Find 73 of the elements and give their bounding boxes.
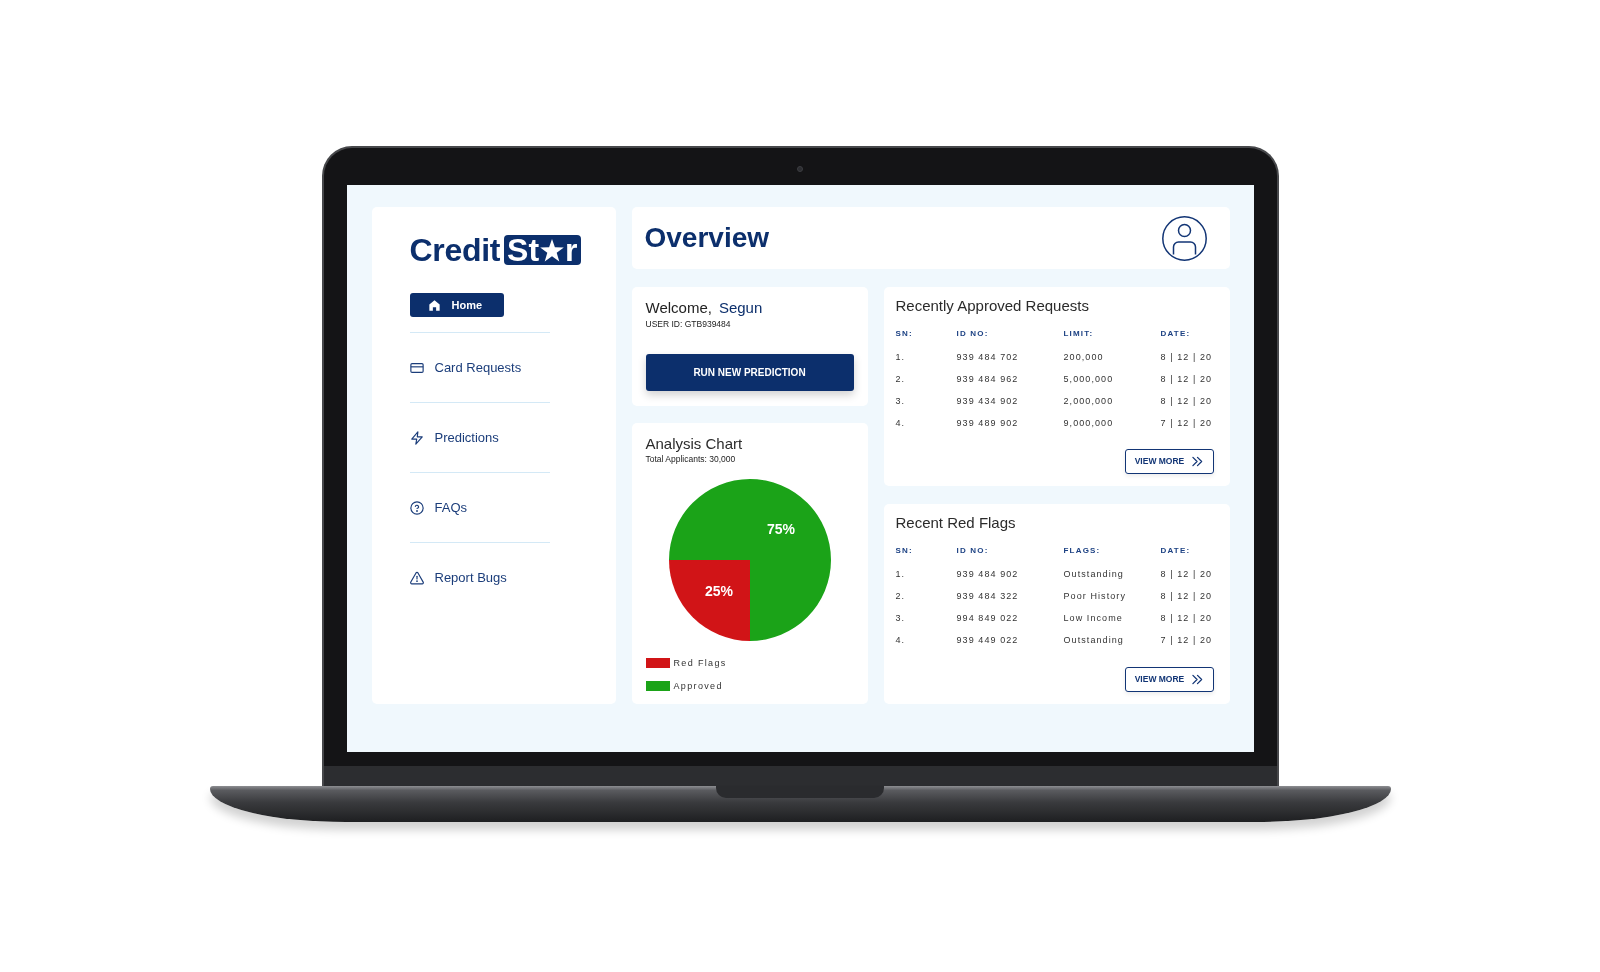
user-name: Segun bbox=[718, 299, 763, 317]
table-cell-text: 2. bbox=[895, 590, 907, 602]
warning-triangle-icon bbox=[409, 570, 424, 585]
card-title: Recent Red Flags bbox=[895, 514, 1017, 532]
table-cell-text: 2. bbox=[895, 373, 907, 385]
column-header: DATE: bbox=[1160, 545, 1192, 557]
logo-text: Credit bbox=[409, 234, 501, 266]
nav-item[interactable]: Card Requests bbox=[409, 358, 522, 377]
table-cell-text: 939 484 322 bbox=[956, 590, 1020, 602]
question-circle-icon bbox=[409, 500, 424, 515]
table-cell-text: 8 | 12 | 20 bbox=[1160, 568, 1214, 580]
run-prediction-button[interactable]: RUN NEW PREDICTION bbox=[645, 354, 854, 391]
table-cell-text: 939 484 902 bbox=[956, 568, 1020, 580]
table-cell-text: 8 | 12 | 20 bbox=[1160, 373, 1214, 385]
column-header: SN: bbox=[895, 328, 914, 340]
view-more-button[interactable]: VIEW MORE bbox=[1124, 667, 1214, 692]
legend-label: Red Flags bbox=[673, 658, 727, 668]
logo-text: r bbox=[565, 234, 578, 266]
double-chevron-right-icon bbox=[1192, 456, 1204, 467]
card-title: Analysis Chart bbox=[645, 435, 744, 453]
table-cell-text: 939 434 902 bbox=[956, 395, 1020, 407]
credit-card-icon bbox=[409, 360, 424, 375]
table-cell-text: 8 | 12 | 20 bbox=[1160, 612, 1214, 624]
home-icon bbox=[427, 298, 441, 312]
slice-label: 25% bbox=[704, 582, 733, 599]
table-cell-text: 994 849 022 bbox=[956, 612, 1020, 624]
table-cell-text: 200,000 bbox=[1063, 351, 1105, 363]
double-chevron-right-icon bbox=[1192, 674, 1204, 685]
table-cell-text: 2,000,000 bbox=[1063, 395, 1115, 407]
table-cell-text: 8 | 12 | 20 bbox=[1160, 395, 1214, 407]
table-cell-text: 3. bbox=[895, 395, 907, 407]
page-title: Overview bbox=[644, 224, 770, 252]
nav-item[interactable]: Predictions bbox=[409, 428, 499, 447]
legend-label: Approved bbox=[673, 681, 723, 691]
table-cell-text: Outstanding bbox=[1063, 568, 1125, 580]
greeting-text: Welcome, bbox=[645, 299, 712, 317]
nav-item[interactable]: Home bbox=[409, 293, 504, 317]
camera-icon bbox=[797, 166, 803, 172]
column-header: DATE: bbox=[1160, 328, 1192, 340]
table-cell-text: Outstanding bbox=[1063, 634, 1125, 646]
lightning-icon bbox=[409, 430, 424, 445]
slice-label: 75% bbox=[766, 521, 795, 538]
table-cell-text: 8 | 12 | 20 bbox=[1160, 351, 1214, 363]
table-cell-text: 5,000,000 bbox=[1063, 373, 1115, 385]
table-cell-text: 3. bbox=[895, 612, 907, 624]
column-header: LIMIT: bbox=[1063, 328, 1095, 340]
column-header: SN: bbox=[895, 545, 914, 557]
nav-item[interactable]: FAQs bbox=[409, 498, 467, 517]
table-cell-text: 7 | 12 | 20 bbox=[1160, 417, 1214, 429]
column-header: ID NO: bbox=[956, 328, 990, 340]
subtitle-text: Total Applicants: 30,000 bbox=[645, 454, 737, 465]
star-icon bbox=[540, 238, 565, 262]
column-header: FLAGS: bbox=[1063, 545, 1102, 557]
card-title: Recently Approved Requests bbox=[895, 297, 1090, 315]
table-cell-text: 939 489 902 bbox=[956, 417, 1020, 429]
table-cell-text: 939 484 962 bbox=[956, 373, 1020, 385]
table-cell-text: 9,000,000 bbox=[1063, 417, 1115, 429]
logo-text: St bbox=[507, 234, 540, 266]
column-header: ID NO: bbox=[956, 545, 990, 557]
table-cell-text: 4. bbox=[895, 634, 907, 646]
table-cell-text: 1. bbox=[895, 351, 907, 363]
table-cell-text: 7 | 12 | 20 bbox=[1160, 634, 1214, 646]
table-cell-text: 8 | 12 | 20 bbox=[1160, 590, 1214, 602]
table-cell-text: Low Income bbox=[1063, 612, 1124, 624]
user-id-text: USER ID: GTB939484 bbox=[645, 319, 732, 330]
table-cell-text: 1. bbox=[895, 568, 907, 580]
table-cell-text: 4. bbox=[895, 417, 907, 429]
nav-item[interactable]: Report Bugs bbox=[409, 568, 507, 587]
table-cell-text: 939 449 022 bbox=[956, 634, 1020, 646]
view-more-button[interactable]: VIEW MORE bbox=[1124, 449, 1214, 474]
table-cell-text: Poor History bbox=[1063, 590, 1127, 602]
table-cell-text: 939 484 702 bbox=[956, 351, 1020, 363]
user-avatar-icon[interactable] bbox=[1161, 215, 1207, 261]
